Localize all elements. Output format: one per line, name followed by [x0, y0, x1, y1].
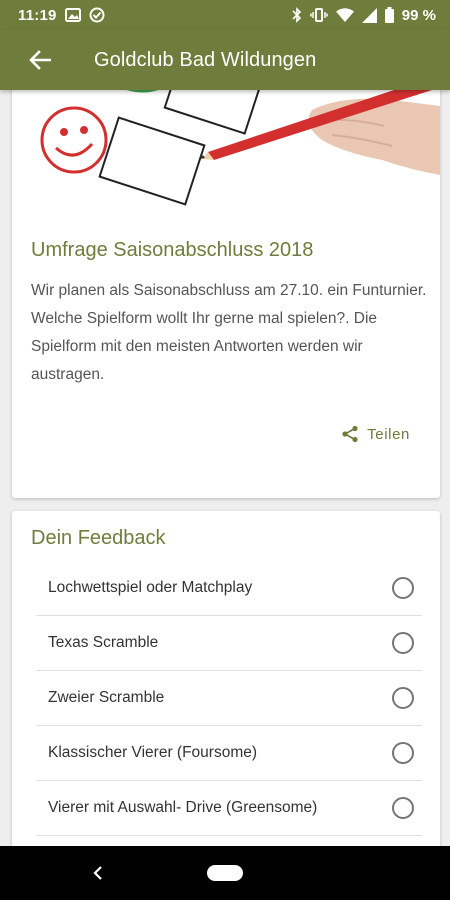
option-label: Texas Scramble — [48, 634, 159, 651]
share-label: Teilen — [367, 425, 410, 443]
vibrate-icon — [310, 8, 328, 22]
chevron-left-icon — [93, 866, 102, 880]
survey-description: Wir planen als Saisonabschluss am 27.10.… — [31, 282, 427, 383]
navigation-bar — [0, 846, 450, 900]
status-time: 11:19 — [18, 6, 57, 24]
radio-button[interactable] — [392, 742, 414, 764]
battery-percentage: 99 % — [401, 6, 436, 24]
status-bar: 11:19 99 % — [0, 0, 450, 30]
app-bar: Goldclub Bad Wildungen — [0, 30, 450, 90]
option-label: Zweier Scramble — [48, 689, 165, 706]
survey-hero-image — [12, 90, 440, 230]
check-circle-icon — [89, 7, 105, 23]
feedback-title: Dein Feedback — [31, 527, 166, 549]
status-left: 11:19 — [18, 7, 105, 24]
feedback-card: Dein Feedback Lochwettspiel oder Matchpl… — [12, 511, 440, 846]
arrow-left-icon — [29, 50, 51, 70]
image-icon — [64, 8, 81, 22]
share-icon — [342, 425, 358, 443]
bluetooth-icon — [292, 7, 302, 23]
feedback-option[interactable]: Vierer mit Auswahl- Drive (Greensome) — [36, 781, 422, 836]
home-pill-icon[interactable] — [207, 865, 243, 881]
radio-button[interactable] — [392, 632, 414, 654]
wifi-icon — [335, 8, 354, 22]
feedback-option[interactable]: Lochwettspiel oder Matchplay — [36, 561, 422, 616]
feedback-option[interactable]: Zweier Scramble — [36, 671, 422, 726]
radio-button[interactable] — [392, 577, 414, 599]
feedback-options: Lochwettspiel oder Matchplay Texas Scram… — [36, 561, 422, 836]
radio-button[interactable] — [392, 687, 414, 709]
feedback-option[interactable]: Klassischer Vierer (Foursome) — [36, 726, 422, 781]
survey-title: Umfrage Saisonabschluss 2018 — [31, 239, 314, 261]
app-title: Goldclub Bad Wildungen — [94, 48, 317, 71]
option-label: Klassischer Vierer (Foursome) — [48, 744, 258, 761]
signal-icon — [361, 7, 377, 23]
option-label: Vierer mit Auswahl- Drive (Greensome) — [48, 799, 318, 816]
share-button[interactable]: Teilen — [341, 425, 410, 443]
survey-card: Umfrage Saisonabschluss 2018 Wir planen … — [12, 90, 440, 498]
option-label: Lochwettspiel oder Matchplay — [48, 579, 253, 596]
battery-icon — [384, 7, 394, 23]
content-scroll[interactable]: Umfrage Saisonabschluss 2018 Wir planen … — [0, 90, 450, 846]
back-button[interactable] — [12, 30, 68, 90]
status-right: 99 % — [292, 7, 436, 24]
nav-back-button[interactable] — [84, 861, 112, 885]
feedback-option[interactable]: Texas Scramble — [36, 616, 422, 671]
radio-button[interactable] — [392, 797, 414, 819]
